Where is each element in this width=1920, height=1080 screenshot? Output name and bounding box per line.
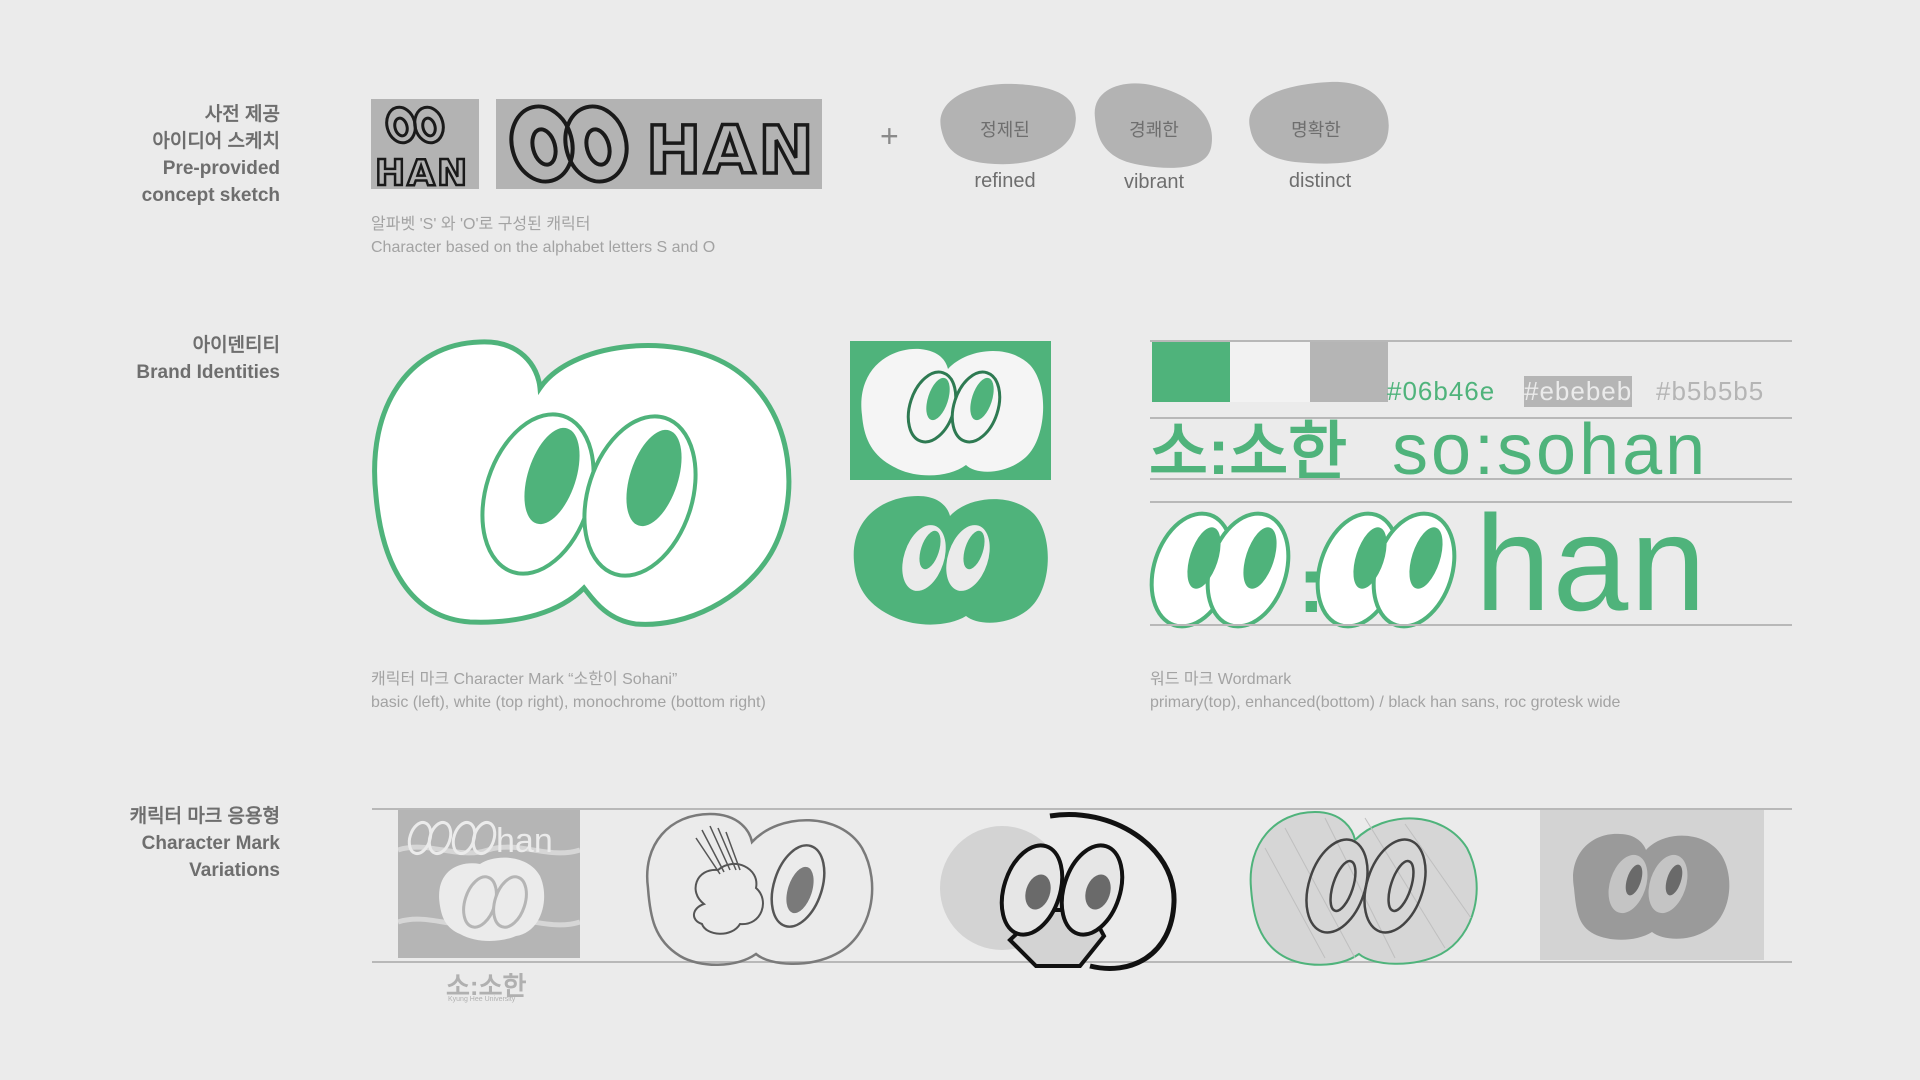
label-en-line2: Variations	[189, 860, 280, 881]
variation-badge-graphic: han	[397, 820, 581, 941]
label-en-line2: concept sketch	[141, 185, 280, 206]
label-en: Brand Identities	[136, 362, 280, 383]
mark-caption-title: 캐릭터 마크 Character Mark “소한이 Sohani”	[371, 671, 678, 688]
label-en-line1: Pre-provided	[162, 158, 280, 179]
label-ko: 아이덴티티	[192, 335, 280, 356]
character-mark-basic	[372, 339, 792, 627]
sketch-wide-han: HAN	[646, 112, 817, 189]
variation-badge-word: han	[496, 822, 553, 860]
wordmark-rule-4	[1150, 624, 1792, 626]
sketch-small-han: HAN	[375, 153, 469, 189]
variation-line-drawing	[645, 812, 874, 966]
wordmark-enhanced-en: han	[1475, 487, 1708, 639]
palette-swatch-green	[1152, 342, 1230, 402]
variation-badge: han	[397, 810, 581, 958]
wordmark-enhanced-mark: :	[1149, 511, 1457, 629]
sketch-wide-drawing: HAN	[509, 104, 817, 191]
mark-caption-detail: basic (left), white (top right), monochr…	[371, 694, 766, 711]
character-mark-monochrome	[853, 496, 1048, 625]
palette-swatch-light	[1230, 342, 1310, 402]
keyword-en-vibrant: vibrant	[1123, 171, 1185, 193]
palette-swatch-gray	[1310, 342, 1388, 402]
label-ko: 캐릭터 마크 응용형	[129, 806, 280, 827]
keyword-ko-vibrant: 경쾌한	[1129, 120, 1179, 140]
keyword-en-distinct: distinct	[1288, 170, 1352, 192]
wordmark-caption-title: 워드 마크 Wordmark	[1150, 671, 1292, 688]
keyword-en-refined: refined	[974, 170, 1036, 192]
character-mark-white-panel	[850, 341, 1051, 480]
variation-texture	[1249, 810, 1478, 966]
keyword-ko-distinct: 명확한	[1291, 120, 1341, 140]
character-mark-white	[861, 348, 1044, 476]
section-label-sketch: 사전 제공 아이디어 스케치 Pre-provided concept sket…	[142, 101, 280, 209]
variation-sketch	[940, 812, 1177, 971]
sketch-caption-en: Character based on the alphabet letters …	[371, 239, 716, 256]
wordmark-enhanced-colon: :	[1298, 540, 1325, 629]
label-en-line1: Character Mark	[141, 833, 280, 854]
palette-hex-gray: #b5b5b5	[1656, 376, 1765, 406]
section-label-identity: 아이덴티티 Brand Identities	[136, 332, 280, 386]
label-ko-line1: 사전 제공	[204, 104, 280, 125]
sketch-wide-box: HAN	[496, 99, 822, 191]
plus-sign: +	[880, 118, 899, 154]
sketch-small-drawing: HAN	[374, 105, 469, 195]
keyword-ko-refined: 정제된	[980, 120, 1030, 140]
sketch-caption-ko: 알파벳 'S' 와 'O'로 구성된 캐릭터	[371, 216, 591, 233]
palette-hex-green: #06b46e	[1387, 376, 1496, 406]
variation-badge-small: Kyung Hee University	[448, 996, 516, 1003]
palette-hex-light: #ebebeb	[1524, 376, 1633, 407]
section-label-variations: 캐릭터 마크 응용형 Character Mark Variations	[130, 803, 280, 884]
wordmark-rule-2	[1150, 478, 1792, 480]
wordmark-caption-detail: primary(top), enhanced(bottom) / black h…	[1150, 694, 1621, 711]
variation-pixel	[1540, 810, 1764, 960]
variation-pixel-graphic	[1573, 833, 1730, 940]
sketch-small-box: HAN	[371, 99, 479, 195]
label-ko-line2: 아이디어 스케치	[152, 131, 280, 152]
